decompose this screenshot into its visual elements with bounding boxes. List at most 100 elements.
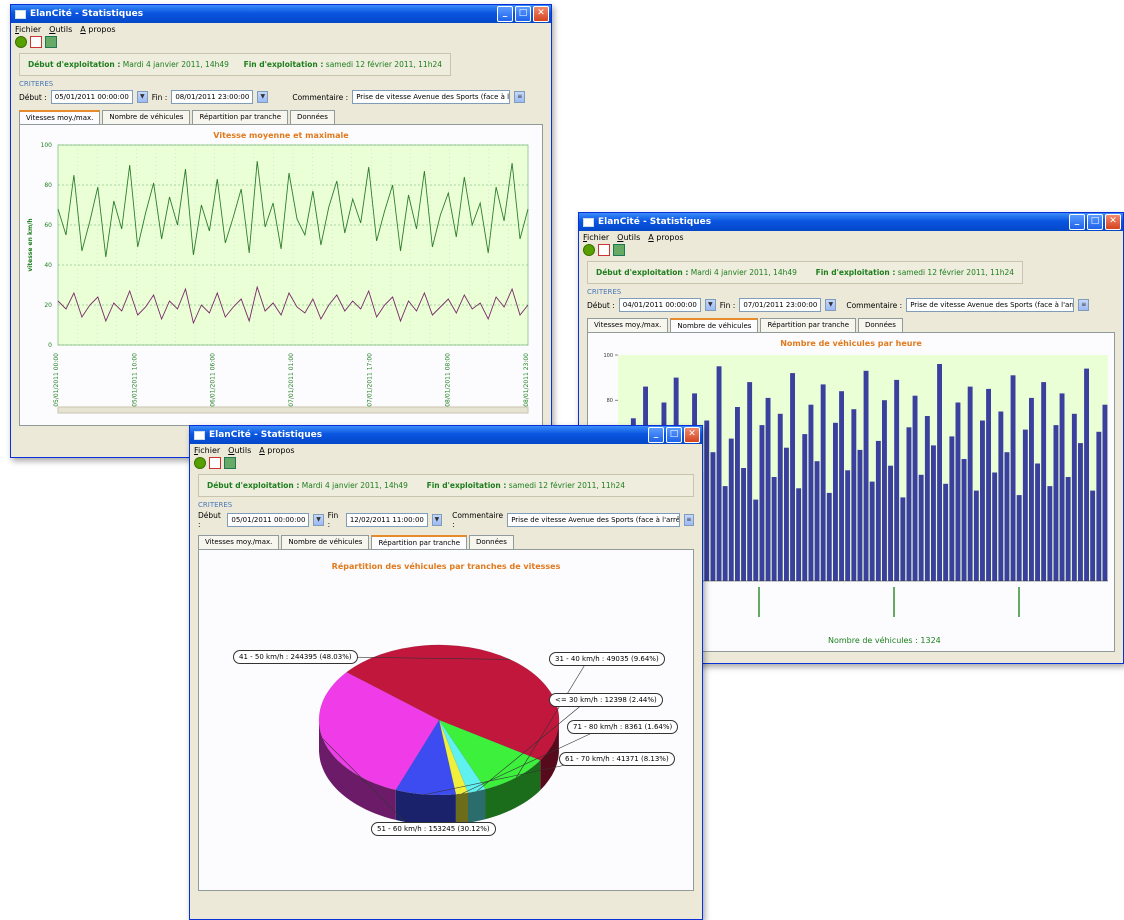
- bar: [949, 436, 955, 581]
- bar: [906, 427, 912, 581]
- menu-apropos[interactable]: A propos: [80, 25, 115, 34]
- excel-export-icon[interactable]: [224, 457, 236, 469]
- minimize-button[interactable]: _: [497, 6, 513, 22]
- debut-label: Début :: [587, 300, 615, 310]
- excel-export-icon[interactable]: [45, 36, 57, 48]
- menu-fichier[interactable]: Fichier: [583, 233, 609, 242]
- bar: [808, 404, 814, 581]
- bar: [1096, 431, 1102, 581]
- tab-vitesses[interactable]: Vitesses moy./max.: [19, 110, 101, 124]
- maximize-button[interactable]: □: [1087, 214, 1103, 230]
- tab-nombre[interactable]: Nombre de véhicules: [102, 110, 191, 124]
- commentaire-select[interactable]: Prise de vitesse Avenue des Sports (face…: [352, 90, 511, 104]
- slice-label: 71 - 80 km/h : 8361 (1.64%): [567, 720, 679, 734]
- chevron-down-icon[interactable]: ▼: [313, 514, 324, 526]
- exploitation-info: Début d'exploitation : Mardi 4 janvier 2…: [19, 53, 451, 76]
- fin-date-field[interactable]: 08/01/2011 23:00:00: [171, 90, 254, 104]
- menu-bar: Fichier Outils A propos: [190, 444, 702, 456]
- pdf-export-icon[interactable]: [209, 457, 221, 469]
- chevron-down-icon[interactable]: ▼: [136, 91, 148, 103]
- tab-nombre[interactable]: Nombre de véhicules: [670, 318, 759, 332]
- stepper-icon[interactable]: ≡: [683, 514, 695, 526]
- criteres-row: Début : 04/01/2011 00:00:00 ▼ Fin : 07/0…: [587, 298, 1115, 312]
- bar: [955, 402, 961, 581]
- x-tick-label: 05/01/2011 10:00: [131, 353, 138, 407]
- debut-date-field[interactable]: 05/01/2011 00:00:00: [227, 513, 310, 527]
- window-title: ElanCité - Statistiques: [209, 430, 323, 440]
- menu-fichier[interactable]: Fichier: [15, 25, 41, 34]
- stepper-icon[interactable]: ≡: [1078, 299, 1090, 311]
- fin-date-field[interactable]: 07/01/2011 23:00:00: [739, 298, 822, 312]
- tab-donnees[interactable]: Données: [469, 535, 514, 549]
- y-tick-label: 40: [44, 262, 52, 269]
- bar: [1035, 463, 1040, 581]
- chevron-down-icon[interactable]: ▼: [825, 299, 837, 311]
- debut-date-field[interactable]: 05/01/2011 00:00:00: [50, 90, 133, 104]
- y-axis-label: vitesse en km/h: [27, 218, 34, 271]
- minimize-button[interactable]: _: [1069, 214, 1085, 230]
- window-title-bar[interactable]: ElanCité - Statistiques _ □ ✕: [11, 5, 551, 23]
- bar: [1047, 486, 1053, 581]
- excel-export-icon[interactable]: [613, 244, 625, 256]
- tab-vitesses[interactable]: Vitesses moy./max.: [198, 535, 280, 549]
- bar: [1090, 490, 1096, 581]
- bar: [826, 492, 832, 581]
- bar: [814, 461, 820, 581]
- commentaire-select[interactable]: Prise de vitesse Avenue des Sports (face…: [906, 298, 1075, 312]
- window-title: ElanCité - Statistiques: [598, 217, 712, 227]
- bar: [967, 386, 973, 581]
- menu-bar: Fichier Outils A propos: [11, 23, 551, 35]
- menu-apropos[interactable]: A propos: [648, 233, 683, 242]
- commentaire-select[interactable]: Prise de vitesse Avenue des Sports (face…: [507, 513, 680, 527]
- bar: [784, 447, 789, 581]
- chevron-down-icon[interactable]: ▼: [704, 299, 716, 311]
- refresh-icon[interactable]: [194, 457, 206, 469]
- commentaire-label: Commentaire :: [452, 511, 504, 529]
- fin-date-field[interactable]: 12/02/2011 11:00:00: [345, 513, 428, 527]
- bar: [931, 445, 936, 581]
- bar: [1102, 404, 1108, 581]
- debut-date-field[interactable]: 04/01/2011 00:00:00: [618, 298, 701, 312]
- fin-label: Fin :: [151, 92, 168, 102]
- bar: [753, 499, 759, 581]
- close-button[interactable]: ✕: [1105, 214, 1121, 230]
- tab-repartition[interactable]: Répartition par tranche: [192, 110, 289, 124]
- tab-donnees[interactable]: Données: [858, 318, 903, 332]
- bar: [851, 409, 857, 581]
- x-tick-label: 08/01/2011 08:00: [445, 353, 452, 407]
- pdf-export-icon[interactable]: [30, 36, 42, 48]
- pdf-export-icon[interactable]: [598, 244, 610, 256]
- close-button[interactable]: ✕: [533, 6, 549, 22]
- bar: [771, 477, 777, 581]
- slice-label: 51 - 60 km/h : 153245 (30.12%): [371, 822, 496, 836]
- commentaire-label: Commentaire :: [292, 92, 349, 102]
- tab-repartition[interactable]: Répartition par tranche: [371, 535, 468, 549]
- menu-outils[interactable]: Outils: [49, 25, 72, 34]
- refresh-icon[interactable]: [583, 244, 595, 256]
- bar: [1041, 382, 1047, 581]
- stepper-icon[interactable]: ≡: [514, 91, 526, 103]
- criteres-row: Début : 05/01/2011 00:00:00 ▼ Fin : 12/0…: [198, 511, 695, 529]
- menu-apropos[interactable]: A propos: [259, 446, 294, 455]
- window-title-bar[interactable]: ElanCité - Statistiques _ □ ✕: [579, 213, 1123, 231]
- tab-vitesses[interactable]: Vitesses moy./max.: [587, 318, 669, 332]
- chevron-down-icon[interactable]: ▼: [257, 91, 269, 103]
- chevron-down-icon[interactable]: ▼: [431, 514, 443, 526]
- maximize-button[interactable]: □: [666, 427, 682, 443]
- y-tick-label: 0: [48, 342, 52, 349]
- menu-fichier[interactable]: Fichier: [194, 446, 220, 455]
- minimize-button[interactable]: _: [648, 427, 664, 443]
- refresh-icon[interactable]: [15, 36, 27, 48]
- window-title-bar[interactable]: ElanCité - Statistiques _ □ ✕: [190, 426, 702, 444]
- menu-outils[interactable]: Outils: [228, 446, 251, 455]
- maximize-button[interactable]: □: [515, 6, 531, 22]
- bar: [710, 452, 716, 581]
- menu-outils[interactable]: Outils: [617, 233, 640, 242]
- tab-donnees[interactable]: Données: [290, 110, 335, 124]
- app-icon: [15, 9, 26, 19]
- tab-repartition[interactable]: Répartition par tranche: [760, 318, 857, 332]
- app-icon: [194, 430, 205, 440]
- tab-nombre[interactable]: Nombre de véhicules: [281, 535, 370, 549]
- y-tick-label: 80: [44, 182, 52, 189]
- close-button[interactable]: ✕: [684, 427, 700, 443]
